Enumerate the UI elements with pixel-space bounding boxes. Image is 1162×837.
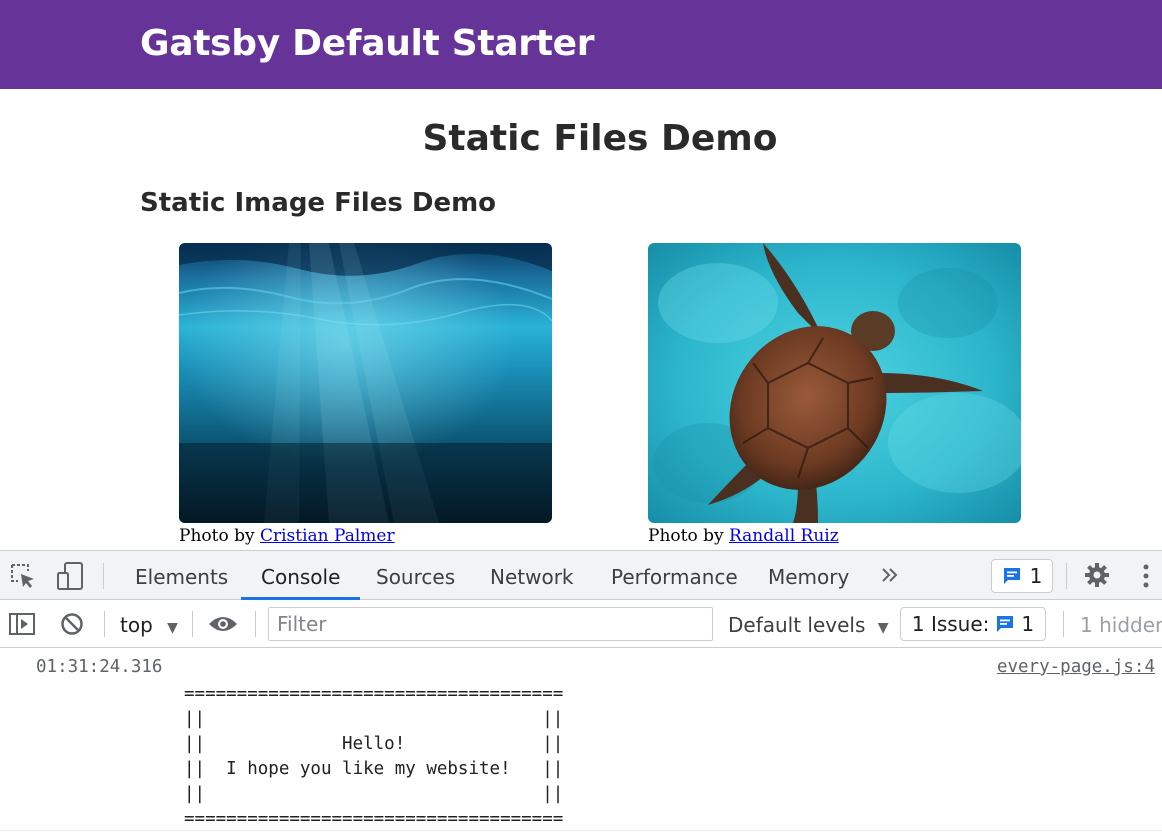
devtools-panel: Elements Console Sources Network Perform… xyxy=(0,550,1162,836)
eye-icon[interactable] xyxy=(207,612,239,636)
divider xyxy=(255,611,256,637)
tab-console[interactable]: Console xyxy=(240,551,361,600)
chevron-double-right-icon[interactable] xyxy=(878,563,902,587)
issues-button[interactable]: 1 Issue: 1 xyxy=(900,607,1046,641)
divider xyxy=(0,830,1162,831)
console-messages: 01:31:24.316 every-page.js:4 ===========… xyxy=(0,648,1162,837)
tab-elements[interactable]: Elements xyxy=(135,551,228,600)
issues-count: 1 xyxy=(1021,612,1035,636)
hidden-messages-count: 1 hidden xyxy=(1080,613,1162,637)
tab-performance[interactable]: Performance xyxy=(611,551,738,600)
divider xyxy=(1066,563,1067,589)
photo-caption: Photo by Randall Ruiz xyxy=(648,524,839,548)
section-title: Static Image Files Demo xyxy=(140,188,497,218)
site-title-link[interactable]: Gatsby Default Starter xyxy=(140,18,594,70)
inspect-element-icon[interactable] xyxy=(8,561,38,591)
message-icon xyxy=(1003,568,1020,584)
caption-prefix: Photo by xyxy=(179,526,260,546)
console-source-link[interactable]: every-page.js:4 xyxy=(997,656,1155,678)
turtle-photo xyxy=(648,243,1021,523)
device-toolbar-icon[interactable] xyxy=(54,560,86,592)
context-select[interactable]: top ▼ xyxy=(120,600,178,648)
triangle-down-icon: ▼ xyxy=(167,620,178,636)
context-label: top xyxy=(120,613,153,637)
divider xyxy=(192,611,193,637)
console-toolbar: top ▼ Default levels ▼ 1 Issue: 1 xyxy=(0,600,1162,648)
photographer-link[interactable]: Cristian Palmer xyxy=(260,526,395,546)
issues-label: 1 Issue: xyxy=(911,612,990,636)
divider xyxy=(104,611,105,637)
filter-input[interactable] xyxy=(268,607,713,641)
underwater-photo xyxy=(179,243,552,523)
messages-count: 1 xyxy=(1029,564,1043,588)
triangle-down-icon: ▼ xyxy=(877,620,889,636)
caption-prefix: Photo by xyxy=(648,526,729,546)
tab-network[interactable]: Network xyxy=(490,551,574,600)
console-timestamp: 01:31:24.316 xyxy=(36,657,163,677)
kebab-menu-icon[interactable] xyxy=(1136,561,1156,591)
tab-sources[interactable]: Sources xyxy=(376,551,455,600)
devtools-tabbar: Elements Console Sources Network Perform… xyxy=(0,551,1162,600)
tab-memory[interactable]: Memory xyxy=(768,551,849,600)
page-title: Static Files Demo xyxy=(422,118,778,159)
photographer-link[interactable]: Randall Ruiz xyxy=(729,526,839,546)
messages-badge-button[interactable]: 1 xyxy=(991,559,1053,593)
console-log-message: ==================================== || … xyxy=(184,684,564,829)
divider xyxy=(103,563,104,589)
gear-icon[interactable] xyxy=(1082,560,1112,590)
log-levels-select[interactable]: Default levels ▼ xyxy=(728,600,889,648)
clear-console-icon[interactable] xyxy=(58,611,86,637)
site-header: Gatsby Default Starter xyxy=(0,0,1162,89)
levels-label: Default levels xyxy=(728,613,866,637)
photo-caption: Photo by Cristian Palmer xyxy=(179,524,395,548)
divider xyxy=(1063,611,1064,637)
message-icon xyxy=(997,616,1014,632)
sidebar-toggle-icon[interactable] xyxy=(8,611,36,637)
